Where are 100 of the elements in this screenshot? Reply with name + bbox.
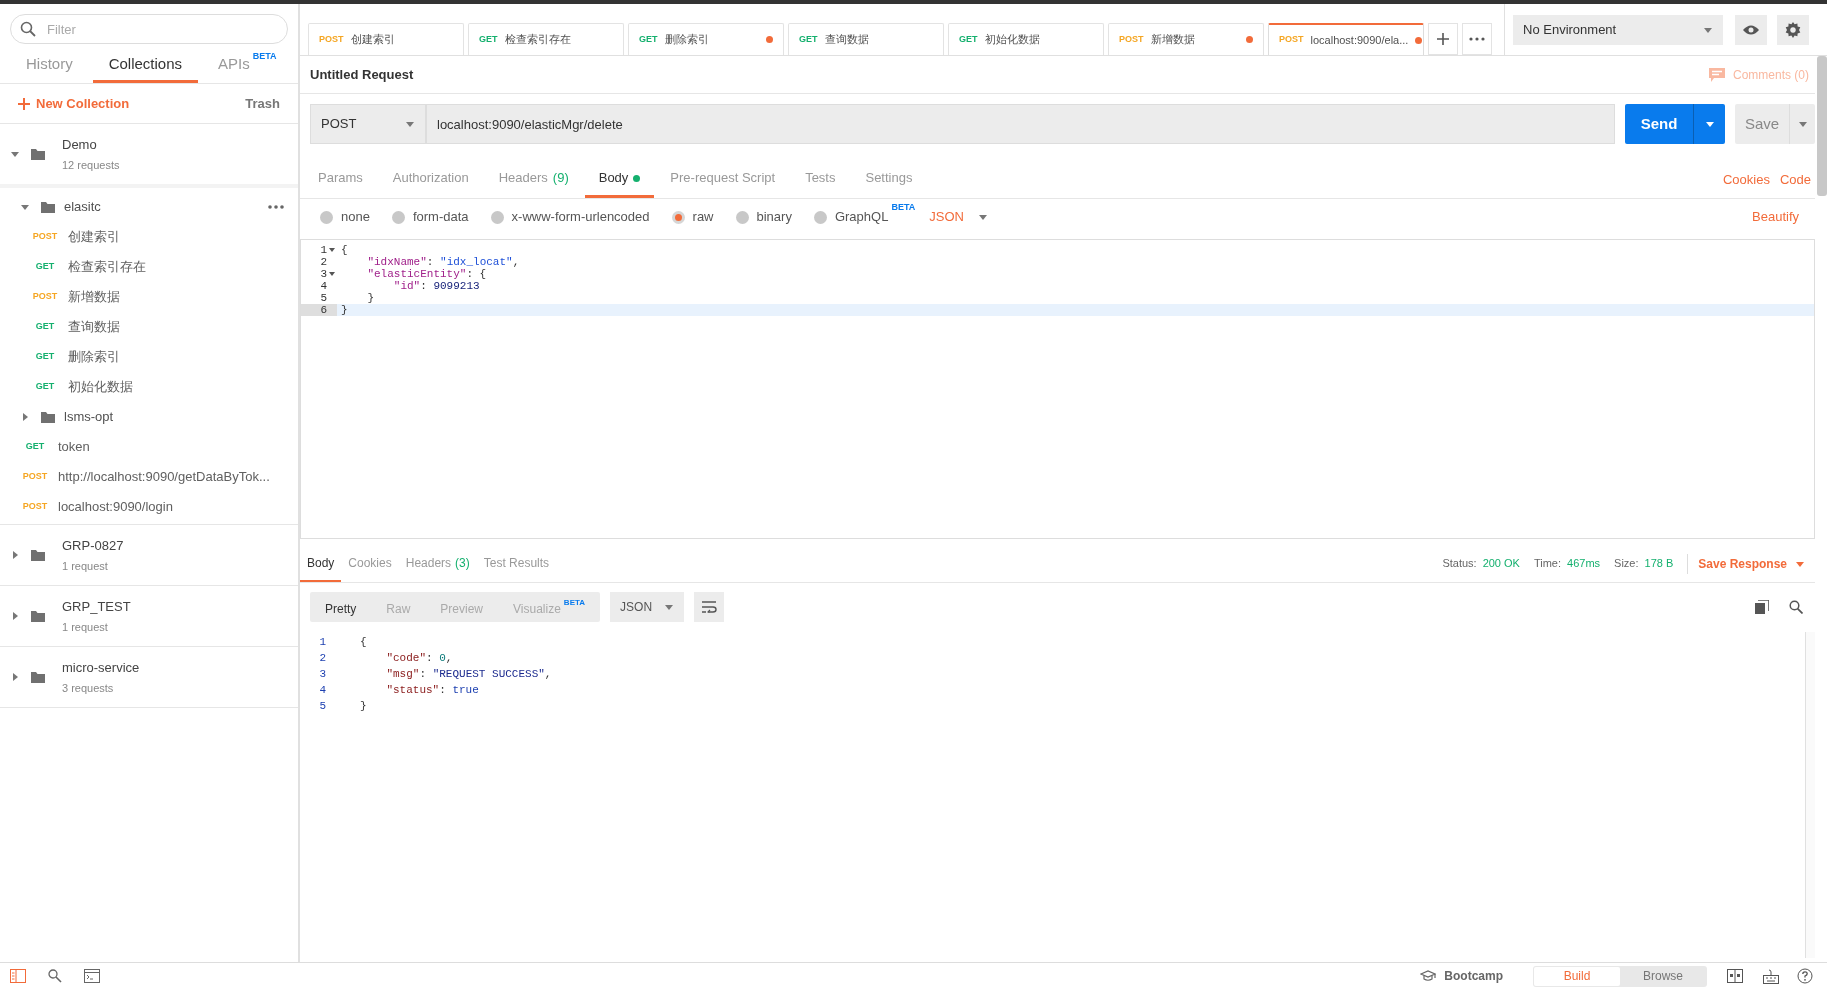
new-tab-button[interactable]: [1428, 23, 1458, 55]
method-label: POST: [1119, 32, 1144, 46]
search-button[interactable]: [1789, 600, 1803, 614]
request-tab[interactable]: POST 新增数据: [1108, 23, 1264, 55]
copy-button[interactable]: [1755, 600, 1769, 614]
request-body-editor[interactable]: 1 { 2 "idxName": "idx_locat", 3 "elasticEntity": { 4 "id": 9099213 5 } 6 }: [300, 239, 1815, 539]
code-line: "elasticEntity": {: [366, 268, 487, 280]
request-tab[interactable]: GET 查询数据: [788, 23, 944, 55]
line-number: 4: [318, 683, 327, 698]
request-tab[interactable]: GET 删除索引: [628, 23, 784, 55]
scrollbar-thumb[interactable]: [1817, 56, 1827, 196]
collection-row[interactable]: GRP_TEST 1 request: [0, 586, 298, 646]
caret-down-icon[interactable]: [10, 149, 20, 159]
folder-row[interactable]: lsms-opt: [0, 402, 298, 432]
caret-down-icon: [977, 212, 988, 222]
more-icon: [268, 205, 284, 209]
line-number: 6: [320, 304, 327, 316]
request-item[interactable]: GET 初始化数据: [0, 372, 298, 402]
beta-label: BETA: [563, 597, 586, 609]
collection-row[interactable]: micro-service 3 requests: [0, 647, 298, 707]
stat-label: Size:: [1614, 556, 1639, 572]
method-label: GET: [34, 380, 56, 394]
format-dropdown[interactable]: JSON: [610, 592, 685, 622]
collection-name: GRP_TEST: [62, 597, 131, 616]
method-label: GET: [479, 32, 498, 46]
trash-link[interactable]: Trash: [245, 93, 280, 114]
collection-row[interactable]: GRP-0827 1 request: [0, 525, 298, 585]
method-label: GET: [24, 440, 46, 454]
collection-name: GRP-0827: [62, 536, 124, 555]
request-tab[interactable]: POST 创建索引: [308, 23, 464, 55]
request-name: 创建索引: [68, 228, 120, 247]
body-type-radio[interactable]: binary: [735, 207, 792, 227]
method-dropdown[interactable]: POST: [310, 104, 426, 144]
caret-right-icon[interactable]: [10, 550, 20, 560]
settings-button[interactable]: [1777, 14, 1809, 45]
help-icon[interactable]: [1797, 968, 1813, 984]
sidebar-tab[interactable]: Collections: [92, 45, 199, 83]
method-label: POST: [21, 500, 49, 514]
request-item[interactable]: GET 检查索引存在: [0, 252, 298, 282]
find-icon[interactable]: [48, 969, 62, 983]
environment-dropdown[interactable]: No Environment: [1513, 14, 1723, 45]
body-type-radio[interactable]: raw: [671, 207, 714, 227]
folder-icon: [30, 147, 46, 161]
line-number: 3: [320, 268, 327, 280]
eye-icon: [1742, 23, 1760, 36]
wrap-button[interactable]: [694, 592, 725, 622]
view-mode-group[interactable]: Pretty Raw Preview Visualize BETA: [310, 592, 601, 622]
method-label: GET: [34, 320, 56, 334]
body-type-radio[interactable]: none: [320, 207, 370, 227]
stat-label: Status:: [1442, 556, 1477, 572]
caret-right-icon[interactable]: [10, 611, 20, 621]
url-field[interactable]: localhost:9090/elasticMgr/delete: [426, 104, 1615, 144]
request-name: 查询数据: [68, 318, 120, 337]
folder-icon: [30, 548, 46, 562]
request-title: Untitled Request: [310, 65, 414, 84]
collection-name: micro-service: [62, 658, 140, 677]
code-line: }: [366, 292, 374, 304]
code-line: "status": true: [385, 683, 479, 698]
response-tab[interactable]: Body: [300, 546, 342, 582]
keyboard-icon[interactable]: [1763, 968, 1779, 984]
line-number: 5: [318, 699, 327, 714]
request-option-tab[interactable]: Body: [584, 161, 655, 198]
tab-title: 新增数据: [1150, 32, 1196, 48]
collection-row[interactable]: Demo 12 requests: [0, 124, 298, 184]
bootcamp-button[interactable]: Bootcamp: [1420, 967, 1503, 985]
code-line: "idxName": "idx_locat",: [366, 256, 520, 268]
request-count: 3 requests: [62, 681, 115, 696]
request-item[interactable]: POST localhost:9090/login: [0, 492, 298, 522]
folder-row[interactable]: elasitc: [0, 192, 298, 222]
request-item[interactable]: POST 创建索引: [0, 222, 298, 252]
stat-label: Time:: [1533, 556, 1562, 572]
body-type-radio[interactable]: form-data: [391, 207, 469, 227]
request-item[interactable]: POST 新增数据: [0, 282, 298, 312]
caret-right-icon[interactable]: [10, 672, 20, 682]
sidebar-toggle-icon[interactable]: [10, 969, 26, 983]
filter-field[interactable]: Filter: [10, 14, 288, 44]
request-tab[interactable]: GET 检查索引存在: [468, 23, 624, 55]
scrollbar-track[interactable]: [1805, 632, 1815, 958]
request-item[interactable]: GET token: [0, 432, 298, 462]
request-item[interactable]: GET 查询数据: [0, 312, 298, 342]
request-name: 检查索引存在: [68, 258, 146, 277]
two-pane-icon[interactable]: [1727, 968, 1743, 984]
line-number: 3: [318, 667, 327, 682]
request-tab[interactable]: POST localhost:9090/ela...: [1268, 23, 1424, 55]
folder-icon: [40, 200, 56, 214]
line-number: 4: [320, 280, 327, 292]
code-line: }: [360, 699, 367, 714]
console-icon[interactable]: [84, 969, 100, 983]
view-mode-tab[interactable]: Pretty: [310, 592, 372, 622]
request-tab[interactable]: GET 初始化数据: [948, 23, 1104, 55]
request-item[interactable]: POST http://localhost:9090/getDataByTok...: [0, 462, 298, 492]
body-type-radio[interactable]: x-www-form-urlencoded: [490, 207, 650, 227]
caret-right-icon[interactable]: [20, 412, 30, 422]
send-button[interactable]: Send: [1625, 104, 1725, 144]
mode-tab[interactable]: Browse: [1620, 966, 1706, 986]
caret-down-icon[interactable]: [20, 202, 30, 212]
request-item[interactable]: GET 删除索引: [0, 342, 298, 372]
eye-button[interactable]: [1735, 14, 1767, 45]
view-mode-tab[interactable]: Visualize BETA: [498, 592, 601, 622]
caret-down-icon: [405, 119, 415, 129]
